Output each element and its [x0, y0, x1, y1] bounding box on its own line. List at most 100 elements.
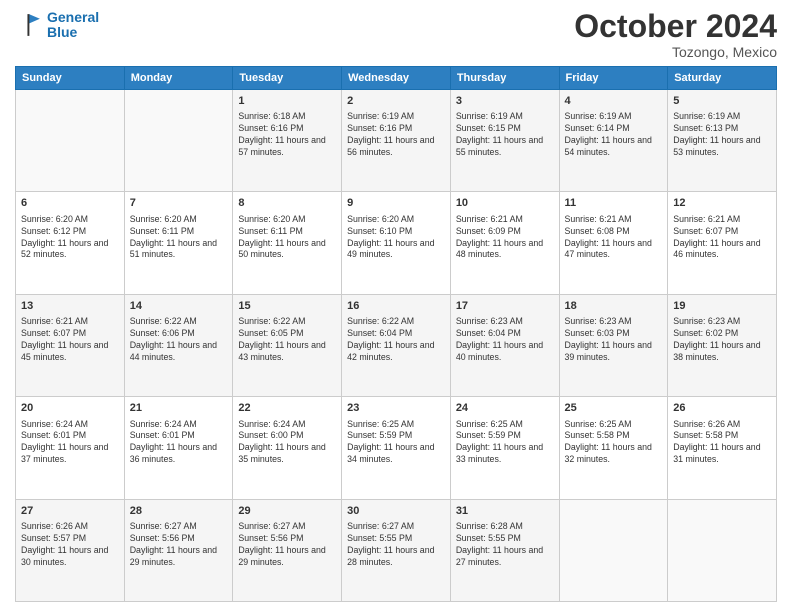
day-number: 9	[347, 196, 445, 211]
day-info: Sunrise: 6:23 AM Sunset: 6:02 PM Dayligh…	[673, 316, 771, 364]
calendar-cell-w2-d6: 12Sunrise: 6:21 AM Sunset: 6:07 PM Dayli…	[668, 192, 777, 294]
calendar-cell-w4-d3: 23Sunrise: 6:25 AM Sunset: 5:59 PM Dayli…	[342, 397, 451, 499]
calendar-cell-w2-d5: 11Sunrise: 6:21 AM Sunset: 6:08 PM Dayli…	[559, 192, 668, 294]
logo-blue: Blue	[47, 24, 77, 40]
calendar-cell-w4-d2: 22 Sunrise: 6:24 AM Sunset: 6:00 PM Dayli…	[233, 397, 342, 499]
day-number: 24	[456, 401, 554, 416]
month-title: October 2024	[574, 10, 777, 42]
day-info: Sunrise: 6:20 AM Sunset: 6:12 PM Dayligh…	[21, 214, 119, 262]
day-info: Sunrise: 6:20 AM Sunset: 6:10 PM Dayligh…	[347, 214, 445, 262]
calendar-cell-w3-d2: 15 Sunrise: 6:22 AM Sunset: 6:05 PM Dayli…	[233, 294, 342, 396]
day-number: 28	[130, 504, 228, 519]
general-blue-logo-icon	[15, 11, 43, 39]
calendar-week-2: 6 Sunrise: 6:20 AM Sunset: 6:12 PM Daylig…	[16, 192, 777, 294]
day-number: 6	[21, 196, 119, 211]
day-number: 16	[347, 299, 445, 314]
day-info: Sunrise: 6:24 AM Sunset: 6:01 PM Dayligh…	[21, 419, 119, 467]
calendar-cell-w3-d5: 18 Sunrise: 6:23 AM Sunset: 6:03 PM Dayli…	[559, 294, 668, 396]
day-info: Sunrise: 6:21 AM Sunset: 6:08 PM Dayligh…	[565, 214, 663, 262]
day-number: 31	[456, 504, 554, 519]
day-number: 7	[130, 196, 228, 211]
day-info: Sunrise: 6:22 AM Sunset: 6:04 PM Dayligh…	[347, 316, 445, 364]
day-number: 15	[238, 299, 336, 314]
col-wednesday: Wednesday	[342, 67, 451, 90]
col-monday: Monday	[124, 67, 233, 90]
day-number: 29	[238, 504, 336, 519]
day-number: 17	[456, 299, 554, 314]
day-info: Sunrise: 6:21 AM Sunset: 6:07 PM Dayligh…	[21, 316, 119, 364]
day-number: 20	[21, 401, 119, 416]
day-info: Sunrise: 6:18 AM Sunset: 6:16 PM Dayligh…	[238, 111, 336, 159]
day-number: 19	[673, 299, 771, 314]
calendar-cell-w4-d6: 26Sunrise: 6:26 AM Sunset: 5:58 PM Dayli…	[668, 397, 777, 499]
page: General Blue October 2024 Tozongo, Mexic…	[0, 0, 792, 612]
calendar-cell-w1-d0	[16, 90, 125, 192]
calendar-week-5: 27 Sunrise: 6:26 AM Sunset: 5:57 PM Dayli…	[16, 499, 777, 601]
calendar-week-3: 13 Sunrise: 6:21 AM Sunset: 6:07 PM Dayli…	[16, 294, 777, 396]
day-info: Sunrise: 6:26 AM Sunset: 5:57 PM Dayligh…	[21, 521, 119, 569]
day-number: 22	[238, 401, 336, 416]
day-number: 18	[565, 299, 663, 314]
calendar-cell-w2-d4: 10 Sunrise: 6:21 AM Sunset: 6:09 PM Dayli…	[450, 192, 559, 294]
calendar-cell-w4-d0: 20 Sunrise: 6:24 AM Sunset: 6:01 PM Dayli…	[16, 397, 125, 499]
day-number: 30	[347, 504, 445, 519]
day-number: 23	[347, 401, 445, 416]
day-number: 10	[456, 196, 554, 211]
calendar-cell-w5-d3: 30Sunrise: 6:27 AM Sunset: 5:55 PM Dayli…	[342, 499, 451, 601]
calendar-cell-w5-d0: 27 Sunrise: 6:26 AM Sunset: 5:57 PM Dayli…	[16, 499, 125, 601]
calendar-cell-w1-d6: 5 Sunrise: 6:19 AM Sunset: 6:13 PM Daylig…	[668, 90, 777, 192]
day-info: Sunrise: 6:19 AM Sunset: 6:13 PM Dayligh…	[673, 111, 771, 159]
calendar-table: Sunday Monday Tuesday Wednesday Thursday…	[15, 66, 777, 602]
calendar-cell-w3-d6: 19 Sunrise: 6:23 AM Sunset: 6:02 PM Dayli…	[668, 294, 777, 396]
day-info: Sunrise: 6:20 AM Sunset: 6:11 PM Dayligh…	[238, 214, 336, 262]
day-number: 8	[238, 196, 336, 211]
col-thursday: Thursday	[450, 67, 559, 90]
logo: General Blue	[15, 10, 99, 41]
calendar-cell-w4-d5: 25Sunrise: 6:25 AM Sunset: 5:58 PM Dayli…	[559, 397, 668, 499]
day-info: Sunrise: 6:22 AM Sunset: 6:05 PM Dayligh…	[238, 316, 336, 364]
day-info: Sunrise: 6:24 AM Sunset: 6:00 PM Dayligh…	[238, 419, 336, 467]
calendar-cell-w2-d3: 9 Sunrise: 6:20 AM Sunset: 6:10 PM Daylig…	[342, 192, 451, 294]
calendar-cell-w2-d2: 8 Sunrise: 6:20 AM Sunset: 6:11 PM Daylig…	[233, 192, 342, 294]
day-info: Sunrise: 6:19 AM Sunset: 6:14 PM Dayligh…	[565, 111, 663, 159]
day-number: 27	[21, 504, 119, 519]
day-number: 3	[456, 94, 554, 109]
col-friday: Friday	[559, 67, 668, 90]
calendar-cell-w5-d2: 29 Sunrise: 6:27 AM Sunset: 5:56 PM Dayli…	[233, 499, 342, 601]
day-number: 1	[238, 94, 336, 109]
calendar-cell-w3-d1: 14 Sunrise: 6:22 AM Sunset: 6:06 PM Dayli…	[124, 294, 233, 396]
day-number: 21	[130, 401, 228, 416]
calendar-cell-w2-d1: 7 Sunrise: 6:20 AM Sunset: 6:11 PM Daylig…	[124, 192, 233, 294]
day-info: Sunrise: 6:27 AM Sunset: 5:56 PM Dayligh…	[238, 521, 336, 569]
calendar-cell-w3-d4: 17 Sunrise: 6:23 AM Sunset: 6:04 PM Dayli…	[450, 294, 559, 396]
col-saturday: Saturday	[668, 67, 777, 90]
calendar-cell-w5-d6	[668, 499, 777, 601]
day-info: Sunrise: 6:23 AM Sunset: 6:03 PM Dayligh…	[565, 316, 663, 364]
day-info: Sunrise: 6:25 AM Sunset: 5:59 PM Dayligh…	[456, 419, 554, 467]
calendar-cell-w1-d3: 2 Sunrise: 6:19 AM Sunset: 6:16 PM Daylig…	[342, 90, 451, 192]
day-info: Sunrise: 6:19 AM Sunset: 6:16 PM Dayligh…	[347, 111, 445, 159]
calendar-cell-w3-d0: 13 Sunrise: 6:21 AM Sunset: 6:07 PM Dayli…	[16, 294, 125, 396]
day-info: Sunrise: 6:24 AM Sunset: 6:01 PM Dayligh…	[130, 419, 228, 467]
day-info: Sunrise: 6:20 AM Sunset: 6:11 PM Dayligh…	[130, 214, 228, 262]
day-info: Sunrise: 6:21 AM Sunset: 6:09 PM Dayligh…	[456, 214, 554, 262]
day-number: 14	[130, 299, 228, 314]
day-info: Sunrise: 6:26 AM Sunset: 5:58 PM Dayligh…	[673, 419, 771, 467]
day-number: 5	[673, 94, 771, 109]
calendar-cell-w1-d5: 4Sunrise: 6:19 AM Sunset: 6:14 PM Daylig…	[559, 90, 668, 192]
col-tuesday: Tuesday	[233, 67, 342, 90]
header: General Blue October 2024 Tozongo, Mexic…	[15, 10, 777, 60]
day-number: 25	[565, 401, 663, 416]
calendar-cell-w3-d3: 16 Sunrise: 6:22 AM Sunset: 6:04 PM Dayli…	[342, 294, 451, 396]
logo-text: General Blue	[47, 10, 99, 41]
calendar-cell-w5-d5	[559, 499, 668, 601]
day-number: 2	[347, 94, 445, 109]
calendar-week-4: 20 Sunrise: 6:24 AM Sunset: 6:01 PM Dayli…	[16, 397, 777, 499]
day-info: Sunrise: 6:22 AM Sunset: 6:06 PM Dayligh…	[130, 316, 228, 364]
day-info: Sunrise: 6:23 AM Sunset: 6:04 PM Dayligh…	[456, 316, 554, 364]
calendar-cell-w1-d2: 1 Sunrise: 6:18 AM Sunset: 6:16 PM Daylig…	[233, 90, 342, 192]
day-info: Sunrise: 6:28 AM Sunset: 5:55 PM Dayligh…	[456, 521, 554, 569]
day-number: 13	[21, 299, 119, 314]
calendar-cell-w5-d4: 31 Sunrise: 6:28 AM Sunset: 5:55 PM Dayli…	[450, 499, 559, 601]
day-number: 12	[673, 196, 771, 211]
